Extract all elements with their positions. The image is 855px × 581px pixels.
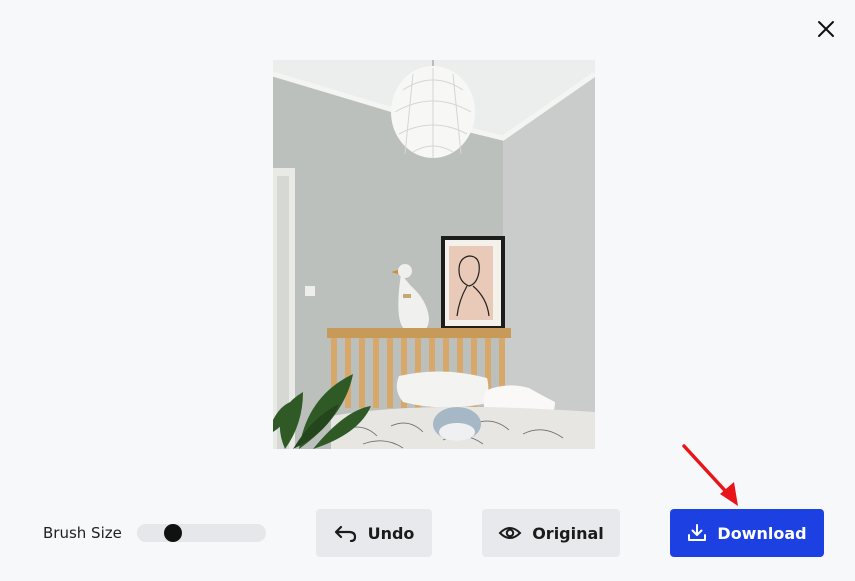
- close-icon: [818, 21, 834, 37]
- download-label: Download: [717, 523, 807, 543]
- image-preview[interactable]: [273, 60, 595, 449]
- undo-icon: [334, 524, 358, 542]
- eye-icon: [498, 524, 522, 542]
- close-button[interactable]: [812, 15, 840, 43]
- undo-label: Undo: [367, 523, 415, 543]
- original-button[interactable]: Original: [482, 509, 620, 557]
- download-icon: [687, 523, 707, 543]
- bedroom-photo: [273, 60, 595, 449]
- undo-button[interactable]: Undo: [316, 509, 432, 557]
- brush-size-slider[interactable]: [137, 524, 266, 542]
- brush-size-slider-thumb[interactable]: [164, 524, 182, 542]
- brush-size-label: Brush Size: [43, 524, 122, 542]
- red-arrow-icon: [682, 444, 738, 506]
- download-button[interactable]: Download: [670, 509, 824, 557]
- original-label: Original: [532, 523, 604, 543]
